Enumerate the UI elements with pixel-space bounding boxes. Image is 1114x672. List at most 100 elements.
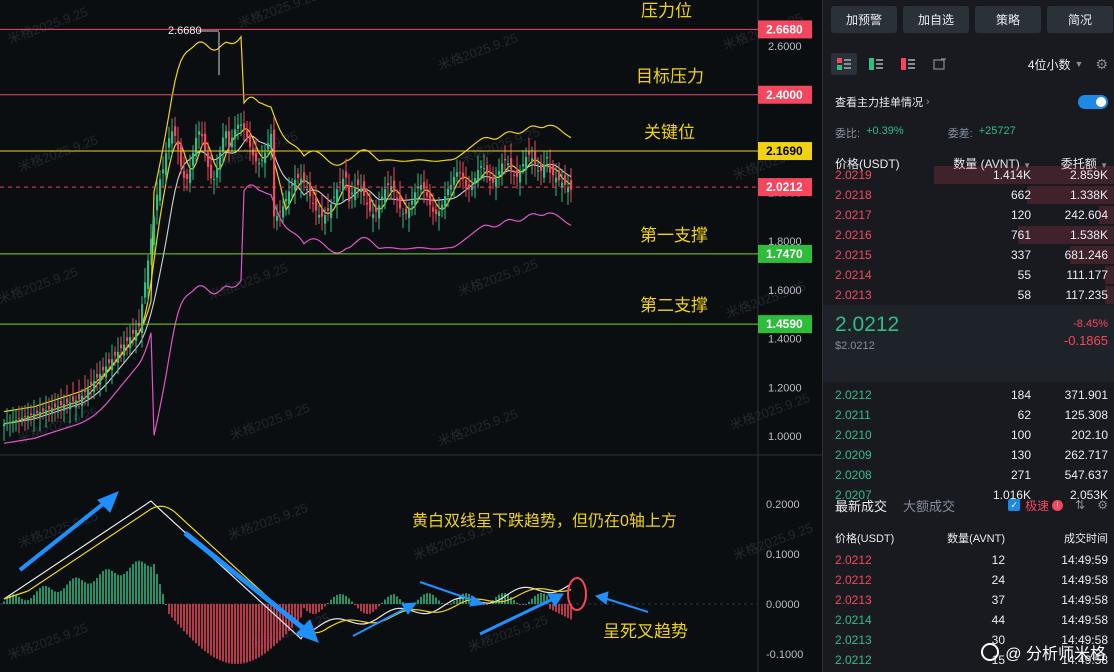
macd-histogram-bar: [87, 583, 89, 604]
price-change: -0.1865: [1063, 333, 1108, 348]
level-price-label: 2.0212: [766, 180, 803, 194]
macd-histogram-bar: [30, 598, 32, 604]
macd-histogram-bar: [63, 588, 65, 604]
tab-latest-trades[interactable]: 最新成交: [835, 496, 887, 515]
candle-body: [216, 168, 219, 178]
macd-histogram-bar: [138, 560, 140, 604]
macd-histogram-bar: [129, 567, 131, 604]
chart-watermark: 米格2025.9.25: [228, 400, 312, 443]
row-total: 125.308: [1064, 408, 1108, 422]
fast-checkbox[interactable]: ✓: [1008, 499, 1021, 511]
bids-view-icon[interactable]: [863, 53, 889, 75]
macd-annotation: 黄白双线呈下跌趋势，但仍在0轴上方: [412, 512, 677, 530]
candle-body: [123, 344, 126, 356]
row-qty: 662: [1010, 188, 1031, 202]
macd-histogram-bar: [66, 584, 68, 604]
candle-body: [54, 403, 57, 408]
candle-body: [18, 418, 21, 420]
info-icon[interactable]: !: [1052, 499, 1064, 511]
asks-list: 2.0219 1.414K 2.859K 2.0218 662 1.338K 2.0217 1…: [823, 165, 1114, 305]
macd-histogram-bar: [135, 561, 137, 604]
macd-histogram-bar: [336, 594, 338, 604]
ask-row[interactable]: 2.0216 761 1.538K: [823, 225, 1114, 245]
candle-body: [144, 282, 147, 298]
row-total: 242.604: [1064, 208, 1108, 222]
bid-row[interactable]: 2.0212 184 371.901: [823, 385, 1114, 405]
macd-histogram-bar: [255, 604, 257, 659]
candlestick-chart-svg[interactable]: 米格2025.9.25 米格2025.9.25 米格2025.9.25 米格2025.…: [0, 0, 822, 672]
asks-view-icon[interactable]: [895, 53, 921, 75]
macd-histogram-bar: [321, 604, 323, 610]
overview-button[interactable]: 简况: [1047, 6, 1113, 33]
candle-body: [492, 177, 495, 183]
candle-body: [354, 186, 357, 200]
settings-icon[interactable]: ⚙: [1097, 498, 1108, 512]
main-orders-toggle[interactable]: [1078, 95, 1108, 109]
popout-icon[interactable]: [927, 53, 953, 75]
row-total: 1.538K: [1069, 228, 1108, 242]
macd-histogram-bar: [231, 604, 233, 664]
bid-row[interactable]: 2.0210 100 202.10: [823, 425, 1114, 445]
macd-histogram-bar: [165, 604, 167, 605]
ask-row[interactable]: 2.0214 55 111.177: [823, 265, 1114, 285]
candle-body: [387, 183, 390, 186]
candle-body: [474, 178, 477, 184]
decimal-select[interactable]: 4位小数 ▼: [1028, 56, 1084, 73]
macd-histogram-bar: [393, 594, 395, 604]
macd-histogram-bar: [300, 604, 302, 618]
candle-body: [519, 172, 522, 183]
candle-body: [534, 151, 537, 165]
macd-histogram-bar: [123, 574, 125, 604]
order-ratio: 委比: +0.39% 委差: +25727: [835, 125, 1108, 141]
gear-icon[interactable]: ⚙: [1095, 56, 1108, 73]
ask-row[interactable]: 2.0219 1.414K 2.859K: [823, 165, 1114, 185]
row-total: 117.235: [1065, 288, 1109, 302]
bid-row[interactable]: 2.0211 62 125.308: [823, 405, 1114, 425]
ask-row[interactable]: 2.0215 337 681.246: [823, 245, 1114, 265]
macd-histogram-bar: [45, 586, 47, 604]
chart-watermark: 米格2025.9.25: [456, 256, 540, 299]
add-alert-button[interactable]: 加预警: [831, 6, 897, 33]
macd-histogram-bar: [387, 596, 389, 604]
strategy-button[interactable]: 策略: [975, 6, 1041, 33]
trade-price: 2.0212: [835, 573, 872, 587]
last-price: 2.0212: [835, 313, 900, 336]
macd-histogram-bar: [420, 596, 422, 604]
row-total: 111.177: [1066, 268, 1108, 282]
macd-histogram-bar: [207, 604, 209, 654]
candle-body: [348, 184, 351, 202]
trade-qty: 24: [991, 573, 1005, 587]
macd-histogram-bar: [204, 604, 206, 652]
ask-row[interactable]: 2.0217 120 242.604: [823, 205, 1114, 225]
ask-row[interactable]: 2.0213 58 117.235: [823, 285, 1114, 305]
candle-body: [567, 187, 570, 193]
trade-time: 14:49:58: [1061, 573, 1108, 587]
ask-row[interactable]: 2.0218 662 1.338K: [823, 185, 1114, 205]
sort-icon[interactable]: ⇅: [1075, 498, 1085, 512]
bid-row[interactable]: 2.0209 130 262.717: [823, 445, 1114, 465]
macd-histogram-bar: [564, 604, 566, 617]
candle-body: [432, 207, 435, 212]
macd-histogram-bar: [192, 604, 194, 641]
bid-row[interactable]: 2.0208 271 547.637: [823, 465, 1114, 485]
candle-body: [291, 184, 294, 186]
macd-histogram-bar: [429, 593, 431, 604]
main-orders-row[interactable]: 查看主力挂单情况 ›: [835, 94, 1108, 110]
add-watchlist-button[interactable]: 加自选: [903, 6, 969, 33]
macd-histogram-bar: [441, 603, 443, 605]
fast-label: 极速: [1025, 498, 1050, 513]
macd-histogram-bar: [174, 604, 176, 621]
candle-body: [264, 152, 267, 164]
candle-body: [27, 416, 30, 420]
macd-histogram-bar: [132, 564, 134, 604]
candle-body: [222, 137, 225, 152]
macd-histogram-bar: [93, 581, 95, 604]
candle-body: [336, 189, 339, 205]
price-chart[interactable]: 米格2025.9.25 米格2025.9.25 米格2025.9.25 米格2025.…: [0, 0, 822, 672]
candle-body: [504, 158, 507, 161]
tab-large-trades[interactable]: 大额成交: [903, 496, 955, 515]
candle-body: [24, 415, 27, 417]
macd-axis-tick: 0.2000: [766, 499, 800, 511]
both-sides-view-icon[interactable]: [831, 53, 857, 75]
macd-histogram-bar: [435, 597, 437, 604]
